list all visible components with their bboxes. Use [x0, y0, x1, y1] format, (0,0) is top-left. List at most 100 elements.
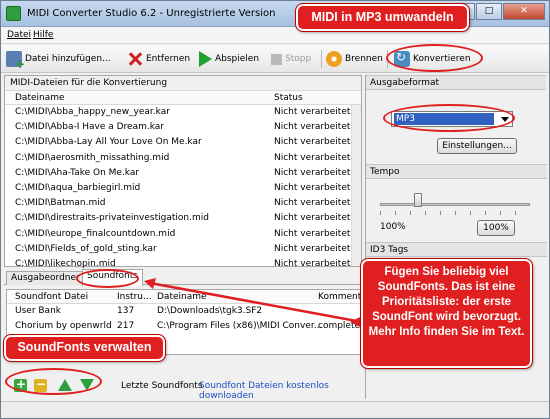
file-status: Nicht verarbeitet — [274, 182, 351, 193]
file-name: C:\MIDI\europe_finalcountdown.mid — [15, 228, 176, 239]
soundfont-rows: User Bank 137 D:\Downloads\tgk3.SF2 Chorium… — [7, 304, 361, 334]
file-status: Nicht verarbeitet — [274, 213, 351, 224]
tempo-slider-thumb[interactable] — [413, 193, 422, 207]
file-name: C:\MIDI\direstraits-privateinvestigation… — [15, 213, 209, 224]
file-name: C:\MIDI\Abba_happy_new_year.kar — [15, 107, 170, 117]
output-format-select[interactable]: MP3 — [391, 111, 513, 127]
output-format-value: MP3 — [394, 113, 494, 125]
play-button[interactable]: Abspielen — [199, 50, 259, 68]
recent-soundfonts-link[interactable]: Letzte Soundfonts — [121, 381, 203, 391]
soundfont-filename: C:\Program Files (x86)\MIDI Conver... — [157, 321, 323, 331]
file-list-title: MIDI-Dateien für die Konvertierung — [5, 76, 361, 91]
soundfont-controls: Letzte Soundfonts Soundfont Dateien kost… — [6, 373, 362, 401]
add-files-label: Datei hinzufügen... — [25, 54, 111, 64]
tab-output-folder[interactable]: Ausgabeordner — [6, 271, 85, 285]
table-row[interactable]: C:\MIDI\Abba-Lay All Your Love On Me.kar… — [5, 135, 361, 150]
settings-button[interactable]: Einstellungen... — [437, 138, 517, 154]
convert-button[interactable]: Konvertieren — [394, 50, 471, 68]
file-name: C:\MIDI\Batman.mid — [15, 198, 106, 209]
convert-label: Konvertieren — [413, 54, 471, 64]
output-format-header: Ausgabeformat — [366, 75, 546, 90]
column-status[interactable]: Status — [274, 93, 303, 103]
app-icon — [6, 6, 21, 21]
soundfont-instr: 217 — [117, 321, 135, 331]
status-bar — [1, 401, 549, 418]
table-row[interactable]: C:\MIDI\aqua_barbiegirl.mid Nicht verarbe… — [5, 181, 361, 196]
annotation-convert: MIDI in MP3 umwandeln — [295, 3, 470, 32]
menu-bar: Datei Hilfe — [1, 27, 549, 44]
table-row[interactable]: C:\MIDI\Abba-I Have a Dream.kar Nicht ver… — [5, 120, 361, 135]
file-list-header: Dateiname Status — [5, 91, 361, 105]
file-name: C:\MIDI\Fields_of_gold_sting.kar — [15, 243, 157, 254]
file-status: Nicht verarbeitet — [274, 167, 351, 178]
file-list-panel: MIDI-Dateien für die Konvertierung Datei… — [4, 75, 362, 269]
table-row[interactable]: C:\MIDI\europe_finalcountdown.mid Nicht v… — [5, 227, 361, 242]
soundfont-file: User Bank — [15, 306, 61, 316]
play-icon — [199, 51, 212, 67]
bottom-panel: Ausgabeordner Soundfonts Soundfont Datei… — [4, 269, 362, 401]
file-status: Nicht verarbeitet — [274, 198, 351, 209]
file-list-scrollbar[interactable] — [351, 105, 361, 266]
column-filename[interactable]: Dateiname — [15, 93, 65, 103]
file-name: C:\MIDI\Abba-Lay All Your Love On Me.kar — [15, 137, 202, 148]
tempo-reset-button[interactable]: 100% — [477, 220, 515, 236]
annotation-manage-soundfonts: SoundFonts verwalten — [3, 334, 166, 362]
column-comment[interactable]: Kommenta — [318, 292, 361, 302]
toolbar: Datei hinzufügen... Entfernen Abspielen … — [1, 45, 549, 73]
move-up-icon[interactable] — [58, 379, 72, 391]
id3-tags-header: ID3 Tags — [366, 242, 547, 257]
file-status: Nicht verarbeitet — [274, 258, 351, 269]
play-label: Abspielen — [215, 54, 260, 64]
tempo-slider[interactable] — [380, 203, 530, 206]
remove-label: Entfernen — [146, 54, 191, 64]
file-name: C:\MIDI\aerosmith_missathing.mid — [15, 152, 170, 163]
soundfont-comment: complete C — [318, 321, 361, 331]
table-row[interactable]: C:\MIDI\Batman.mid Nicht verarbeitet — [5, 196, 361, 211]
column-instruments[interactable]: Instru... — [117, 292, 152, 302]
file-list-rows: C:\MIDI\Abba_happy_new_year.kar Nicht ver… — [5, 105, 361, 272]
close-button[interactable]: ✕ — [503, 3, 545, 20]
tempo-value: 100% — [380, 222, 406, 232]
burn-disc-icon — [326, 51, 342, 67]
stop-icon — [271, 54, 282, 65]
tempo-ticks — [380, 211, 530, 215]
add-files-button[interactable]: Datei hinzufügen... — [6, 50, 111, 71]
file-name: C:\MIDI\Aha-Take On Me.kar — [15, 167, 140, 178]
annotation-soundfont-info: Fügen Sie beliebig viel SoundFonts. Das … — [360, 258, 533, 369]
maximize-button[interactable]: □ — [476, 3, 502, 20]
file-name: C:\MIDI\Abba-I Have a Dream.kar — [15, 122, 165, 133]
table-row[interactable]: C:\MIDI\Abba_happy_new_year.kar Nicht ver… — [5, 105, 361, 120]
toolbar-separator — [321, 50, 322, 68]
table-row[interactable]: C:\MIDI\Fields_of_gold_sting.kar Nicht ve… — [5, 242, 361, 257]
table-row[interactable]: User Bank 137 D:\Downloads\tgk3.SF2 — [7, 304, 361, 319]
tempo-header: Tempo — [366, 164, 547, 179]
table-row[interactable]: C:\MIDI\aerosmith_missathing.mid Nicht ve… — [5, 151, 361, 166]
file-status: Nicht verarbeitet — [274, 243, 351, 254]
burn-button[interactable]: Brennen — [326, 50, 383, 68]
add-soundfont-icon[interactable] — [14, 377, 27, 392]
remove-soundfont-icon[interactable] — [34, 377, 47, 392]
toolbar-separator — [387, 50, 388, 68]
move-down-icon[interactable] — [80, 379, 94, 391]
stop-button[interactable]: Stopp — [271, 50, 311, 68]
column-filename[interactable]: Dateiname — [157, 292, 207, 302]
download-soundfonts-link[interactable]: Soundfont Dateien kostenlos downloaden — [199, 381, 362, 401]
tab-soundfonts[interactable]: Soundfonts — [82, 269, 143, 286]
chevron-down-icon — [501, 117, 509, 122]
file-status: Nicht verarbeitet — [274, 228, 351, 239]
menu-datei[interactable]: Datei — [7, 30, 31, 40]
table-row[interactable]: C:\MIDI\direstraits-privateinvestigation… — [5, 211, 361, 226]
stop-label: Stopp — [285, 54, 312, 64]
soundfont-instr: 137 — [117, 306, 135, 316]
table-row[interactable]: C:\MIDI\Aha-Take On Me.kar Nicht verarbei… — [5, 166, 361, 181]
remove-button[interactable]: Entfernen — [127, 50, 190, 68]
add-file-icon — [6, 51, 25, 71]
file-name: C:\MIDI\likechopin.mid — [15, 258, 116, 269]
table-row[interactable]: Chorium by openwrld 217 C:\Program Files (… — [7, 319, 361, 334]
file-name: C:\MIDI\aqua_barbiegirl.mid — [15, 182, 141, 193]
file-status: Nicht verarbeitet — [274, 152, 351, 163]
tab-bar: Ausgabeordner Soundfonts — [4, 269, 362, 286]
menu-hilfe[interactable]: Hilfe — [33, 30, 53, 40]
column-soundfont-file[interactable]: Soundfont Datei — [15, 292, 88, 302]
file-status: Nicht verarbeitet — [274, 122, 351, 133]
